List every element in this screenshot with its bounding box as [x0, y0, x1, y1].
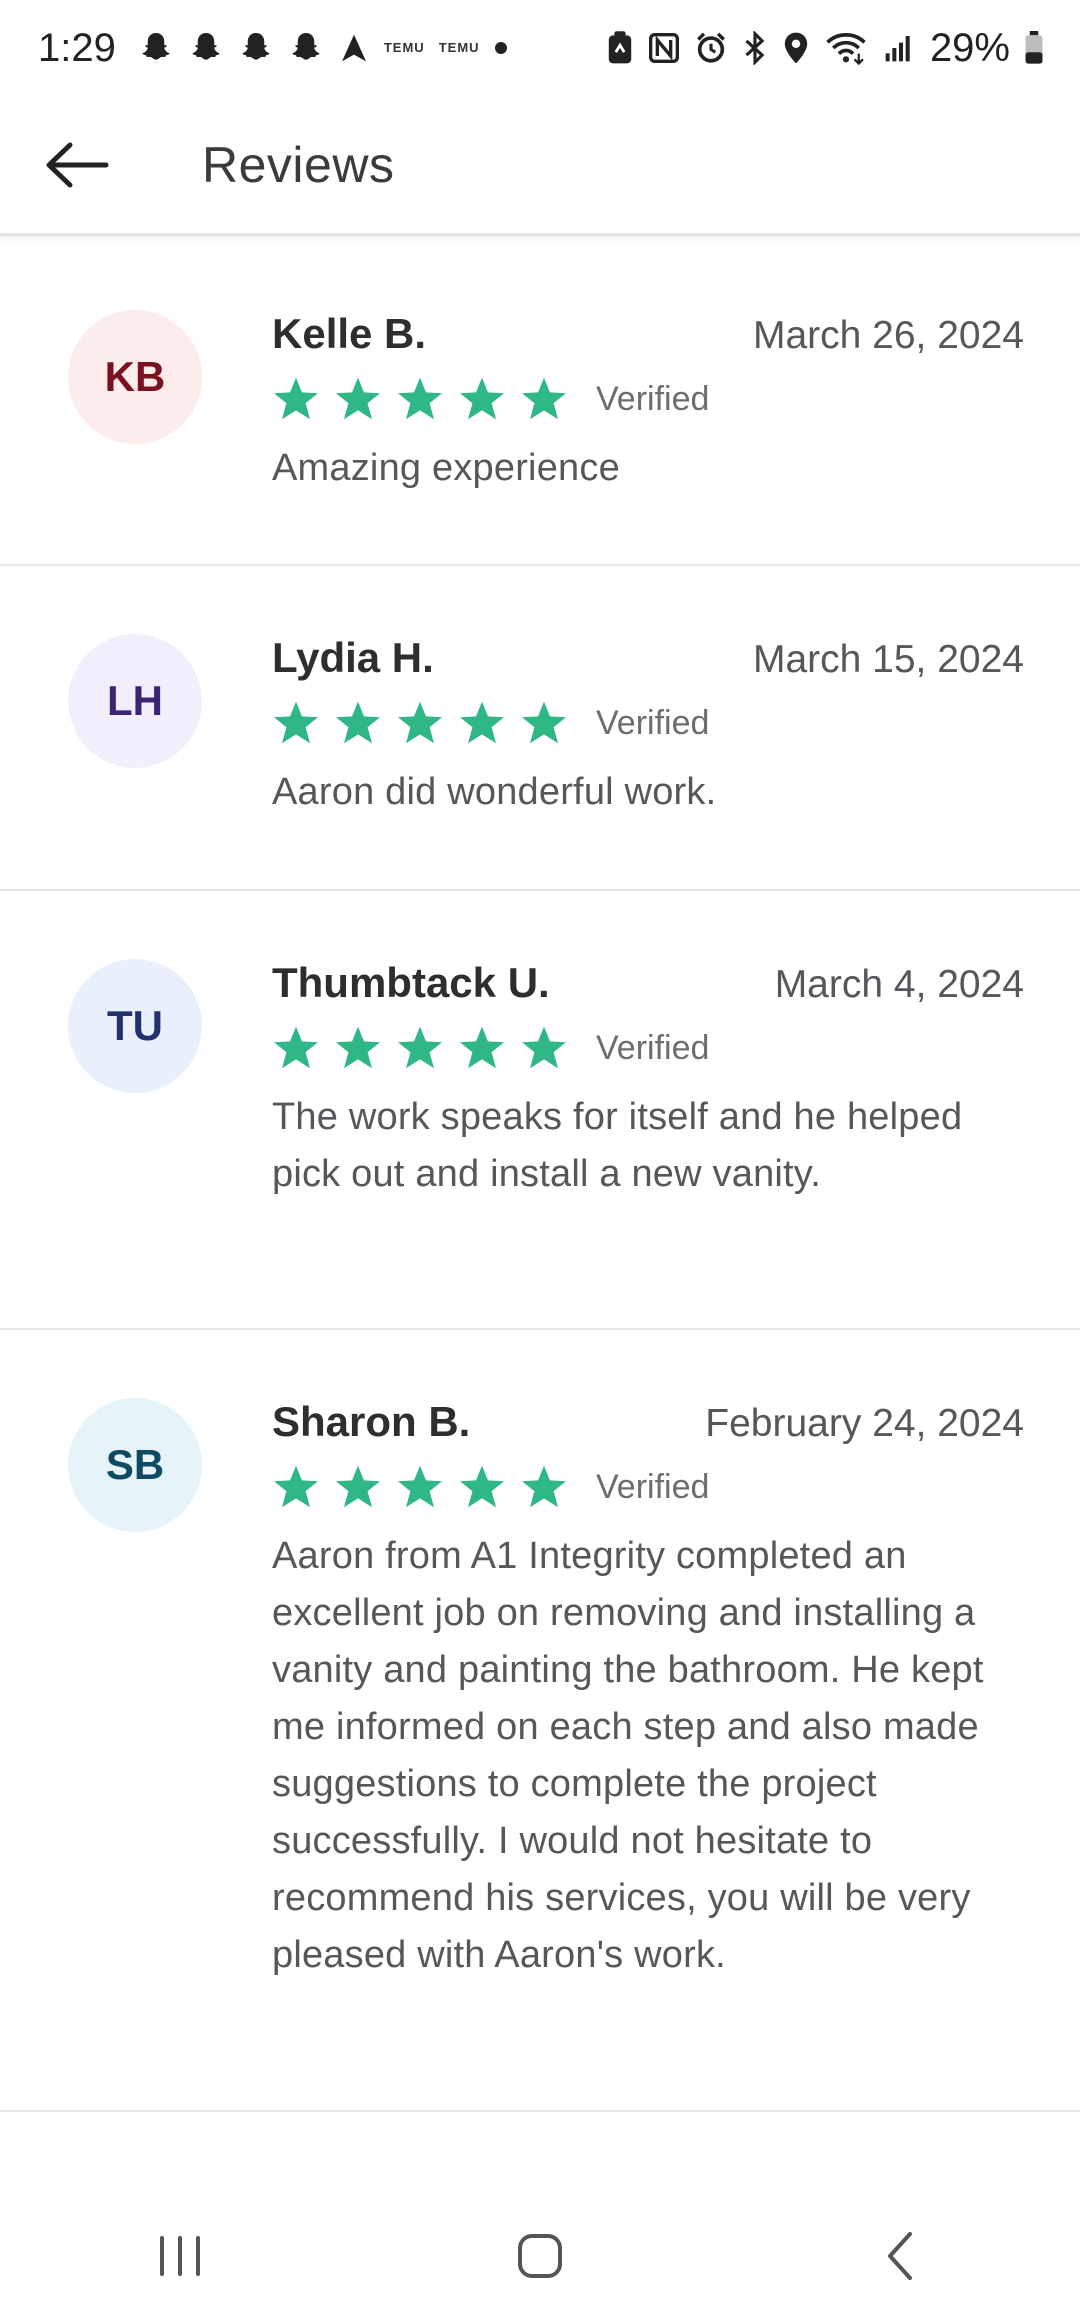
star-icon	[334, 1025, 382, 1071]
wifi-icon	[824, 31, 868, 65]
snapchat-icon	[238, 30, 274, 66]
snapchat-icon	[288, 30, 324, 66]
verified-label: Verified	[596, 1028, 710, 1067]
review-date: March 15, 2024	[752, 638, 1024, 681]
star-rating: Verified	[272, 376, 1024, 422]
review-item: SB Sharon B. February 24, 2024 Verified …	[0, 1330, 1080, 2112]
review-date: February 24, 2024	[705, 1402, 1024, 1445]
navigation-arrow-icon	[338, 31, 370, 65]
avatar: KB	[68, 310, 202, 444]
reviewer-name: Kelle B.	[272, 310, 427, 357]
star-rating: Verified	[272, 700, 1024, 746]
star-icon	[272, 1025, 320, 1071]
review-text: Amazing experience	[272, 447, 620, 489]
star-icon	[520, 700, 568, 746]
back-button[interactable]	[38, 126, 116, 204]
review-text: The work speaks for itself and he helped…	[272, 1096, 963, 1195]
star-icon	[458, 376, 506, 422]
recent-apps-button[interactable]	[120, 2206, 240, 2306]
reviewer-name: Sharon B.	[272, 1398, 471, 1445]
temu-icon: TEMU	[438, 40, 480, 55]
star-icon	[458, 700, 506, 746]
star-icon	[458, 1025, 506, 1071]
star-icon	[272, 1464, 320, 1510]
recent-apps-icon	[160, 2236, 200, 2276]
location-icon	[782, 31, 810, 65]
star-icon	[396, 700, 444, 746]
review-date: March 4, 2024	[774, 963, 1024, 1006]
reviewer-name: Lydia H.	[272, 634, 434, 681]
verified-label: Verified	[596, 379, 710, 418]
chevron-left-icon	[888, 2232, 912, 2280]
alarm-icon	[694, 31, 728, 65]
star-icon	[520, 1464, 568, 1510]
snapchat-icon	[188, 30, 224, 66]
review-text: Aaron from A1 Integrity completed an exc…	[272, 1535, 984, 1976]
system-nav-bar	[0, 2196, 1080, 2316]
star-icon	[458, 1464, 506, 1510]
clipboard-icon	[606, 31, 634, 65]
verified-label: Verified	[596, 703, 710, 742]
nfc-icon	[648, 31, 680, 65]
review-date: March 26, 2024	[752, 314, 1024, 357]
snapchat-icon	[138, 30, 174, 66]
star-icon	[396, 1025, 444, 1071]
page-title: Reviews	[202, 136, 395, 193]
review-item: KB Kelle B. March 26, 2024 Verified Amaz…	[0, 244, 1080, 566]
star-rating: Verified	[272, 1025, 1024, 1071]
bluetooth-icon	[742, 31, 768, 65]
star-icon	[520, 376, 568, 422]
arrow-left-icon	[46, 142, 109, 187]
reviewer-name: Thumbtack U.	[272, 959, 550, 1006]
star-icon	[272, 700, 320, 746]
status-time: 1:29	[38, 25, 116, 70]
star-rating: Verified	[272, 1464, 1024, 1510]
star-icon	[334, 1464, 382, 1510]
app-bar: Reviews	[0, 96, 1080, 236]
avatar: LH	[68, 634, 202, 768]
battery-icon	[1024, 31, 1044, 65]
review-item: TU Thumbtack U. March 4, 2024 Verified T…	[0, 891, 1080, 1330]
battery-percent: 29%	[929, 25, 1010, 70]
home-icon	[518, 2234, 562, 2278]
star-icon	[334, 700, 382, 746]
star-icon	[334, 376, 382, 422]
status-bar: 1:29 TEMU TEMU 29%	[0, 0, 1080, 96]
star-icon	[520, 1025, 568, 1071]
star-icon	[396, 1464, 444, 1510]
back-nav-button[interactable]	[840, 2206, 960, 2306]
avatar: SB	[68, 1398, 202, 1532]
verified-label: Verified	[596, 1467, 710, 1506]
review-item: LH Lydia H. March 15, 2024 Verified Aaro…	[0, 566, 1080, 891]
star-icon	[272, 376, 320, 422]
signal-icon	[882, 32, 916, 64]
home-button[interactable]	[480, 2206, 600, 2306]
temu-icon: TEMU	[383, 40, 425, 55]
avatar: TU	[68, 959, 202, 1093]
review-text: Aaron did wonderful work.	[272, 771, 717, 813]
dot-icon	[494, 41, 508, 55]
star-icon	[396, 376, 444, 422]
review-list: KB Kelle B. March 26, 2024 Verified Amaz…	[0, 244, 1080, 2112]
